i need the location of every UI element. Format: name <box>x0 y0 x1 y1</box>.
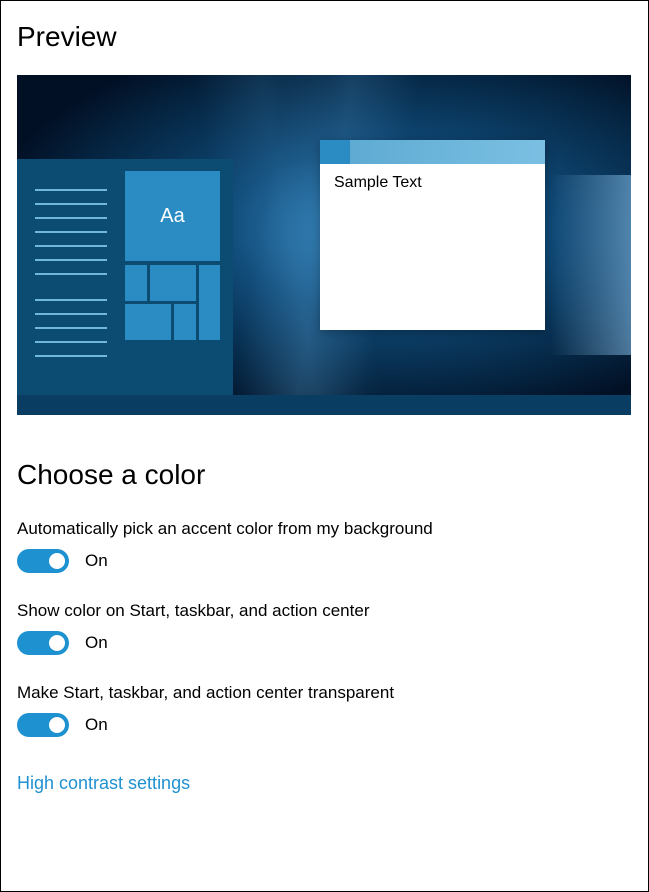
sample-window-text: Sample Text <box>320 164 545 202</box>
toggle-show-color-start[interactable] <box>17 631 69 655</box>
setting-transparent: Make Start, taskbar, and action center t… <box>17 683 632 737</box>
toggle-state-label: On <box>85 551 108 571</box>
setting-auto-accent: Automatically pick an accent color from … <box>17 519 632 573</box>
setting-label: Automatically pick an accent color from … <box>17 519 632 539</box>
setting-label: Make Start, taskbar, and action center t… <box>17 683 632 703</box>
preview-thumbnail: Aa Sample Text <box>17 75 631 415</box>
choose-color-heading: Choose a color <box>17 459 632 491</box>
toggle-state-label: On <box>85 633 108 653</box>
high-contrast-link[interactable]: High contrast settings <box>17 773 190 794</box>
preview-tile-large: Aa <box>125 171 220 261</box>
setting-show-color-start: Show color on Start, taskbar, and action… <box>17 601 632 655</box>
sample-window-titlebar <box>320 140 545 164</box>
toggle-auto-accent[interactable] <box>17 549 69 573</box>
sample-window: Sample Text <box>320 140 545 330</box>
preview-heading: Preview <box>17 21 632 53</box>
toggle-state-label: On <box>85 715 108 735</box>
toggle-transparent[interactable] <box>17 713 69 737</box>
taskbar-preview <box>17 395 631 415</box>
start-menu-preview: Aa <box>17 159 233 395</box>
setting-label: Show color on Start, taskbar, and action… <box>17 601 632 621</box>
